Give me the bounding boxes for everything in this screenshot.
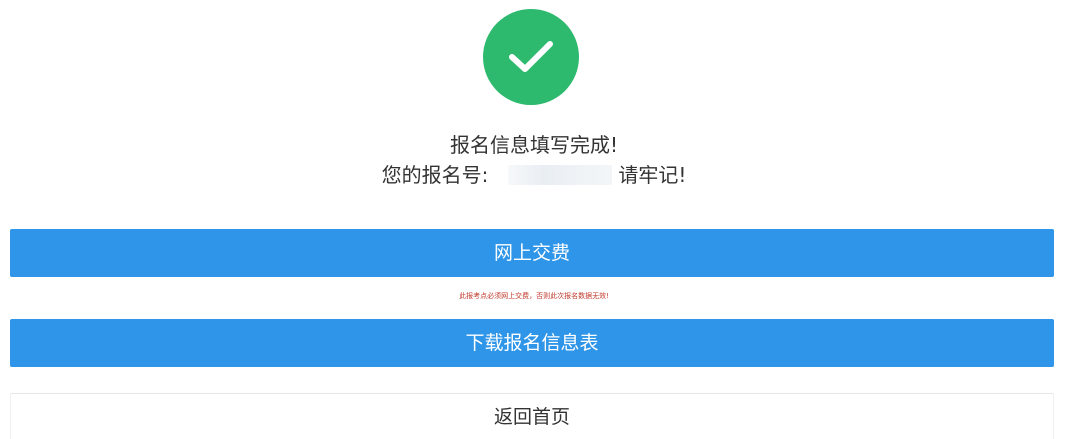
checkmark-icon <box>509 41 553 72</box>
check-circle-icon <box>483 9 579 105</box>
download-registration-form-button[interactable]: 下载报名信息表 <box>10 319 1054 367</box>
registration-number-label: 您的报名号: <box>381 163 489 187</box>
registration-number-value-redacted <box>508 164 613 185</box>
return-home-button[interactable]: 返回首页 <box>10 393 1054 439</box>
registration-number-line: 您的报名号: 请牢记! <box>0 161 1068 189</box>
completion-message: 报名信息填写完成! <box>449 133 619 157</box>
registration-complete-page: 报名信息填写完成! 您的报名号: 请牢记! 网上交费 此报考点必须网上交费，否则此… <box>0 0 1068 439</box>
remember-note: 请牢记! <box>618 163 687 187</box>
online-payment-button[interactable]: 网上交费 <box>10 229 1054 277</box>
payment-notice: 此报考点必须网上交费，否则此次报名数据无效! <box>459 292 609 300</box>
